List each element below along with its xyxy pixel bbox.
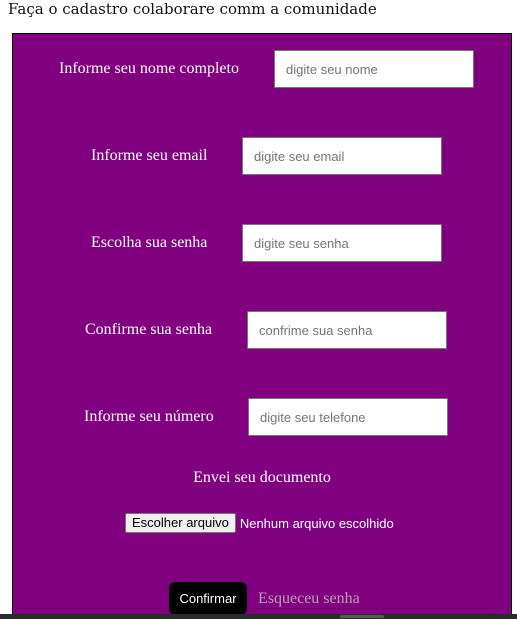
full-name-input[interactable]: [274, 50, 474, 88]
forgot-password-link[interactable]: Esqueceu senha: [258, 590, 360, 608]
confirm-password-label: Confirme sua senha: [85, 321, 213, 338]
phone-input[interactable]: [248, 398, 448, 436]
password-label: Escolha sua senha: [91, 234, 208, 251]
full-name-label: Informe seu nome completo: [59, 60, 239, 77]
confirm-password-input[interactable]: [247, 311, 447, 349]
email-label: Informe seu email: [91, 147, 208, 164]
scrollbar-thumb[interactable]: [340, 615, 384, 618]
confirm-button[interactable]: Confirmar: [169, 582, 247, 615]
email-input[interactable]: [242, 137, 442, 175]
password-input[interactable]: [242, 224, 442, 262]
file-status-text: Nenhum arquivo escolhido: [239, 515, 394, 531]
document-label: Envei seu documento: [193, 469, 331, 486]
phone-label: Informe seu número: [84, 408, 214, 425]
page-heading: Faça o cadastro colaborare comm a comuni…: [8, 0, 377, 18]
file-upload: Escolher arquivo Nenhum arquivo escolhid…: [125, 513, 394, 533]
registration-form: Informe seu nome completo Informe seu em…: [12, 33, 512, 619]
choose-file-button[interactable]: Escolher arquivo: [125, 513, 236, 533]
horizontal-scrollbar[interactable]: [0, 614, 517, 619]
